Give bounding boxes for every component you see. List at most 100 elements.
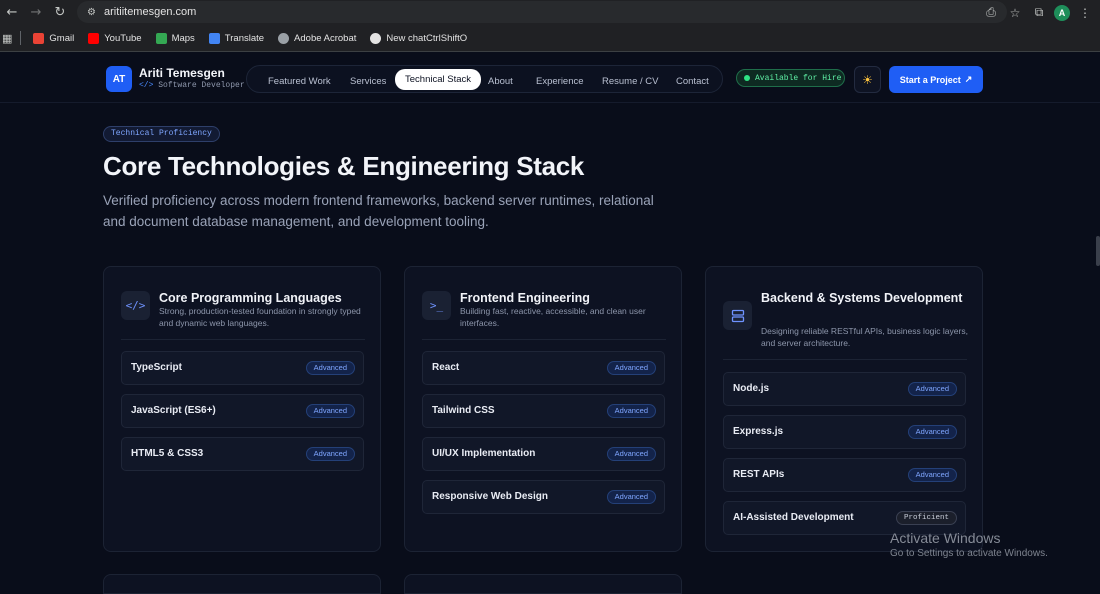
level-badge: Advanced: [907, 425, 957, 439]
terminal-icon: >_: [422, 291, 451, 320]
availability-badge: Available for Hire: [736, 69, 845, 87]
bookmark-adobe-acrobat[interactable]: Adobe Acrobat: [278, 32, 356, 44]
level-badge: Advanced: [606, 490, 656, 504]
nav-resume-cv[interactable]: Resume / CV: [602, 72, 659, 92]
url-text: aritiitemesgen.com: [103, 6, 197, 18]
bookmarks-separator: [20, 31, 22, 45]
apps-grid-icon[interactable]: ▦: [2, 32, 12, 45]
brand-name: Ariti Temesgen: [139, 66, 225, 80]
section-lead: Verified proficiency across modern front…: [103, 193, 654, 229]
bookmark-star-icon[interactable]: ☆: [1006, 4, 1024, 22]
card-title: Backend & Systems Development: [761, 291, 963, 305]
nav-featured-work[interactable]: Featured Work: [268, 72, 331, 92]
logo-badge[interactable]: AT: [106, 66, 132, 92]
bookmark-gmail[interactable]: Gmail: [33, 32, 74, 44]
reload-icon[interactable]: ↻: [48, 1, 72, 25]
skill-row: Responsive Web Design Advanced: [422, 480, 665, 514]
level-badge: Advanced: [606, 404, 656, 418]
forward-arrow-icon[interactable]: →: [24, 1, 48, 25]
nav-experience[interactable]: Experience: [536, 72, 584, 92]
arrow-up-right-icon: ↗: [964, 74, 973, 84]
youtube-icon: [88, 32, 100, 44]
card-divider: [121, 339, 365, 340]
level-badge: Advanced: [305, 361, 355, 375]
nav-contact[interactable]: Contact: [676, 72, 709, 92]
skill-name: Express.js: [733, 426, 784, 437]
start-project-button[interactable]: Start a Project ↗: [889, 66, 983, 93]
watermark-subtitle: Go to Settings to activate Windows.: [890, 548, 1048, 559]
browser-toolbar: ← → ↻ ⚙ aritiitemesgen.com ⎙ ☆ ⧉ A ⋮: [0, 0, 1100, 25]
nav-about[interactable]: About: [488, 72, 513, 92]
watermark-title: Activate Windows: [890, 530, 1001, 546]
skill-row: HTML5 & CSS3 Advanced: [121, 437, 364, 471]
level-badge: Advanced: [907, 382, 957, 396]
translate-icon: [208, 32, 220, 44]
card-title: Frontend Engineering: [460, 291, 590, 305]
theme-toggle-sun-icon[interactable]: ☀: [854, 66, 881, 93]
nav-technical-stack[interactable]: Technical Stack: [395, 69, 482, 90]
skill-name: Node.js: [733, 383, 770, 394]
level-badge: Advanced: [305, 404, 355, 418]
card-description: Strong, production-tested foundation in …: [159, 306, 361, 328]
brand-role: </> Software Developer: [139, 81, 245, 90]
nav-services[interactable]: Services: [350, 72, 386, 92]
bookmark-maps[interactable]: Maps: [155, 32, 195, 44]
skill-name: UI/UX Implementation: [432, 448, 536, 459]
card-backend-systems: Backend & Systems Development Designing …: [705, 266, 983, 552]
more-menu-icon[interactable]: ⋮: [1076, 4, 1094, 22]
level-badge: Advanced: [305, 447, 355, 461]
card-next-row: [103, 574, 381, 594]
card-description: Designing reliable RESTful APIs, busines…: [761, 326, 968, 348]
bookmark-youtube[interactable]: YouTube: [88, 32, 142, 44]
level-badge: Advanced: [606, 361, 656, 375]
extensions-icon[interactable]: ⧉: [1030, 4, 1048, 22]
address-bar[interactable]: ⚙ aritiitemesgen.com: [77, 1, 1007, 23]
card-divider: [422, 339, 666, 340]
card-next-row: [404, 574, 682, 594]
skill-row: Tailwind CSS Advanced: [422, 394, 665, 428]
skill-row: JavaScript (ES6+) Advanced: [121, 394, 364, 428]
code-brackets-icon: </>: [121, 291, 150, 320]
skill-name: TypeScript: [131, 362, 182, 373]
skill-name: React: [432, 362, 460, 373]
bookmark-new-chat[interactable]: New chatCtrlShiftO: [370, 32, 467, 44]
skill-name: Tailwind CSS: [432, 405, 495, 416]
install-app-icon[interactable]: ⎙: [982, 4, 1000, 22]
bookmark-translate[interactable]: Translate: [208, 32, 264, 44]
page-scrollbar[interactable]: [1096, 236, 1100, 266]
gmail-icon: [33, 32, 45, 44]
maps-icon: [155, 32, 167, 44]
card-frontend-engineering: >_ Frontend Engineering Building fast, r…: [404, 266, 682, 552]
bookmarks-bar: ▦ Gmail YouTube Maps Translate Adobe Acr…: [0, 25, 1100, 52]
skill-row: Node.js Advanced: [723, 372, 966, 406]
section-badge: Technical Proficiency: [103, 126, 220, 142]
skill-name: JavaScript (ES6+): [131, 405, 216, 416]
code-icon: </>: [139, 81, 154, 90]
level-badge: Advanced: [907, 468, 957, 482]
profile-avatar[interactable]: A: [1054, 4, 1070, 21]
card-description: Building fast, reactive, accessible, and…: [460, 306, 646, 328]
skill-row: UI/UX Implementation Advanced: [422, 437, 665, 471]
level-badge: Proficient: [895, 511, 957, 525]
server-icon: [723, 301, 752, 330]
windows-activation-watermark: Activate Windows Go to Settings to activ…: [890, 530, 1048, 559]
card-title: Core Programming Languages: [159, 291, 342, 305]
skill-name: AI-Assisted Development: [733, 512, 854, 523]
server-icon-svg: [731, 309, 744, 322]
card-divider: [723, 359, 967, 360]
skill-name: REST APIs: [733, 469, 785, 480]
skill-row: TypeScript Advanced: [121, 351, 364, 385]
chat-icon: [370, 32, 382, 44]
site-info-icon[interactable]: ⚙: [87, 7, 96, 18]
skill-row: REST APIs Advanced: [723, 458, 966, 492]
back-arrow-icon[interactable]: ←: [0, 1, 24, 25]
skill-row: React Advanced: [422, 351, 665, 385]
site-header: AT Ariti Temesgen </> Software Developer…: [0, 53, 1100, 103]
skill-row: Express.js Advanced: [723, 415, 966, 449]
acrobat-icon: [278, 32, 290, 44]
status-dot-icon: [744, 75, 750, 81]
level-badge: Advanced: [606, 447, 656, 461]
page-title: Core Technologies & Engineering Stack: [103, 151, 585, 181]
skill-name: HTML5 & CSS3: [131, 448, 204, 459]
card-core-languages: </> Core Programming Languages Strong, p…: [103, 266, 381, 552]
